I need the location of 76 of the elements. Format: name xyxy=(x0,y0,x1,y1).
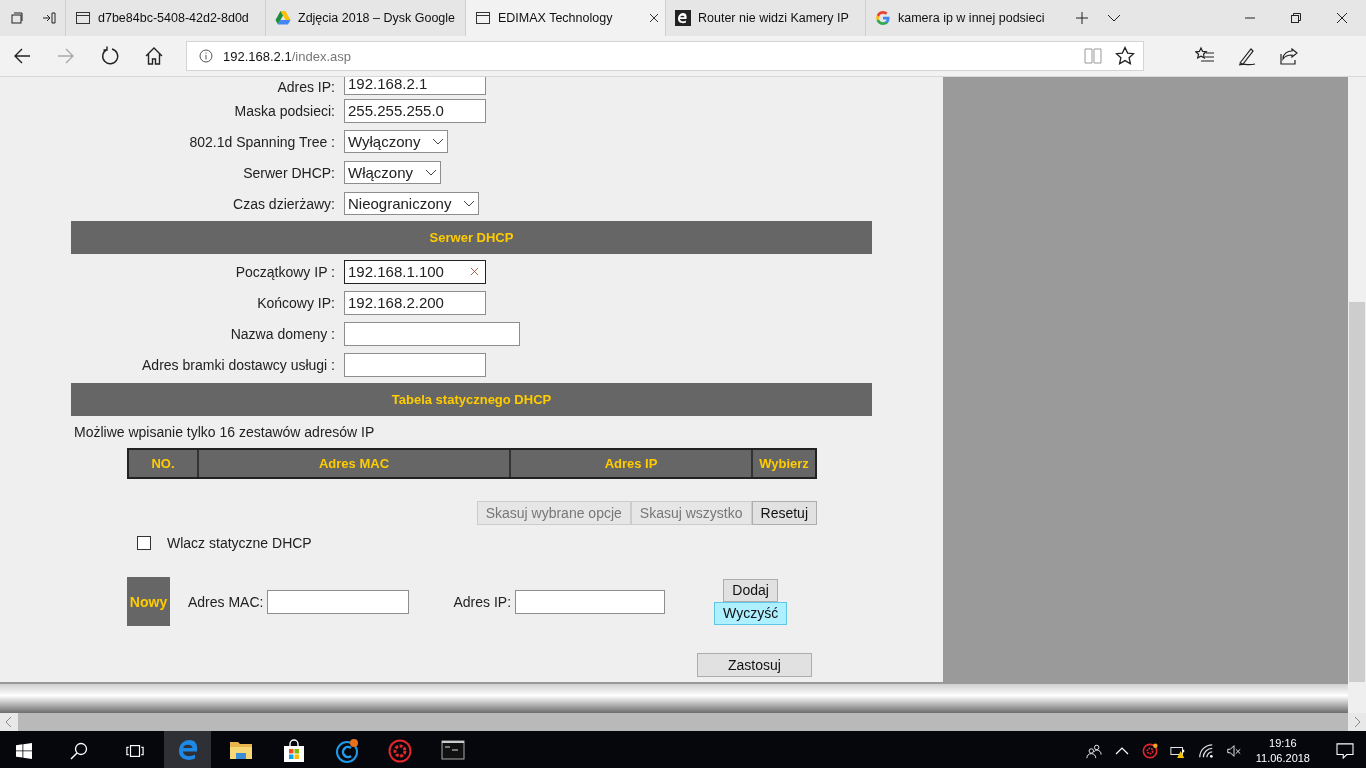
clear-icon[interactable] xyxy=(470,267,479,276)
column-header: Wybierz xyxy=(758,455,810,473)
field-label: Adres MAC: xyxy=(188,593,264,610)
gear-icon xyxy=(387,739,412,763)
input-field[interactable]: 192.168.2.1 xyxy=(344,77,486,95)
field-label: Adres bramki dostawcy usługi : xyxy=(141,356,336,373)
pen-icon[interactable] xyxy=(1237,46,1257,66)
input-field[interactable]: 255.255.255.0 xyxy=(344,98,486,123)
people-icon[interactable] xyxy=(1085,743,1102,759)
shopping-bag-icon xyxy=(281,739,306,763)
page-icon xyxy=(475,10,491,26)
clear-button[interactable]: Wyczyść xyxy=(714,601,788,625)
field-label: Adres IP: xyxy=(276,79,336,95)
star-icon[interactable] xyxy=(1115,46,1135,66)
chevron-down-icon xyxy=(425,168,438,177)
input-field[interactable]: 192.168.1.100 xyxy=(344,259,486,284)
add-button[interactable]: Dodaj xyxy=(723,578,778,602)
field-label: Serwer DHCP: xyxy=(242,164,336,181)
column-header: NO. xyxy=(129,450,199,477)
windows-logo-icon[interactable] xyxy=(16,743,32,759)
field-label: Nazwa domeny : xyxy=(229,325,336,342)
field-label: 802.1d Spanning Tree : xyxy=(188,133,336,150)
chevron-down-icon xyxy=(432,137,445,146)
notification-icon[interactable] xyxy=(1336,743,1354,759)
c-logo-icon xyxy=(334,739,359,763)
gear-icon[interactable] xyxy=(1141,743,1158,759)
field-label: Czas dzierżawy: xyxy=(232,195,336,212)
row-tag: Nowy xyxy=(127,577,170,626)
section-header: Serwer DHCP xyxy=(71,221,872,254)
restore-icon[interactable] xyxy=(1290,12,1302,24)
chevron-down-icon xyxy=(463,199,476,208)
tab-actions-icon[interactable] xyxy=(10,11,24,25)
section-header: Tabela statycznego DHCP xyxy=(71,383,872,416)
info-icon xyxy=(199,49,213,63)
action-button[interactable]: Resetuj xyxy=(751,501,817,525)
field-label: Adres IP: xyxy=(453,593,512,610)
task-view-icon[interactable] xyxy=(126,742,144,760)
refresh-icon[interactable] xyxy=(100,46,120,66)
input-field[interactable] xyxy=(267,589,410,614)
e-logo-icon xyxy=(675,10,691,26)
column-header: Adres MAC xyxy=(199,450,511,477)
scrollbar-thumb[interactable] xyxy=(1349,302,1365,682)
browser-tab[interactable]: EDIMAX Technology xyxy=(465,0,665,36)
chevron-left-icon[interactable] xyxy=(0,713,18,731)
dropdown[interactable]: Nieograniczony xyxy=(344,192,480,215)
checkbox-label: Wlacz statyczne DHCP xyxy=(167,535,312,551)
share-icon[interactable] xyxy=(1279,46,1299,66)
page-icon xyxy=(75,10,91,26)
address-bar[interactable]: 192.168.2.1/index.asp xyxy=(186,41,1144,71)
dropdown[interactable]: Wyłączony xyxy=(344,130,449,153)
checkbox[interactable] xyxy=(137,536,151,550)
terminal-icon xyxy=(440,738,465,762)
apply-button[interactable]: Zastosuj xyxy=(697,653,812,677)
back-arrow-icon[interactable] xyxy=(12,46,32,66)
input-field[interactable]: 192.168.2.200 xyxy=(344,290,486,315)
input-field[interactable] xyxy=(344,352,486,377)
drive-icon xyxy=(275,10,291,26)
speaker-muted-icon[interactable] xyxy=(1225,743,1242,759)
field-label: Początkowy IP : xyxy=(234,263,336,280)
search-icon[interactable] xyxy=(70,742,88,760)
g-logo-icon xyxy=(875,10,891,26)
input-field[interactable] xyxy=(344,321,520,346)
dropdown[interactable]: Włączony xyxy=(344,161,442,184)
clock[interactable]: 19:16 11.06.2018 xyxy=(1255,736,1310,766)
input-field[interactable] xyxy=(515,589,666,614)
close-icon[interactable] xyxy=(649,13,659,23)
field-label: Maska podsieci: xyxy=(233,102,336,119)
chevron-right-icon[interactable] xyxy=(1348,713,1366,731)
field-label: Końcowy IP: xyxy=(256,294,336,311)
close-icon[interactable] xyxy=(1336,12,1348,24)
new-tab-icon[interactable] xyxy=(1075,11,1089,25)
info-text: Możliwe wpisanie tylko 16 zestawów adresów IP xyxy=(74,424,376,440)
wifi-icon[interactable] xyxy=(1197,743,1214,759)
home-icon[interactable] xyxy=(144,46,164,66)
column-header: Adres IP xyxy=(511,450,753,477)
tabs-aside-icon[interactable] xyxy=(42,11,56,25)
